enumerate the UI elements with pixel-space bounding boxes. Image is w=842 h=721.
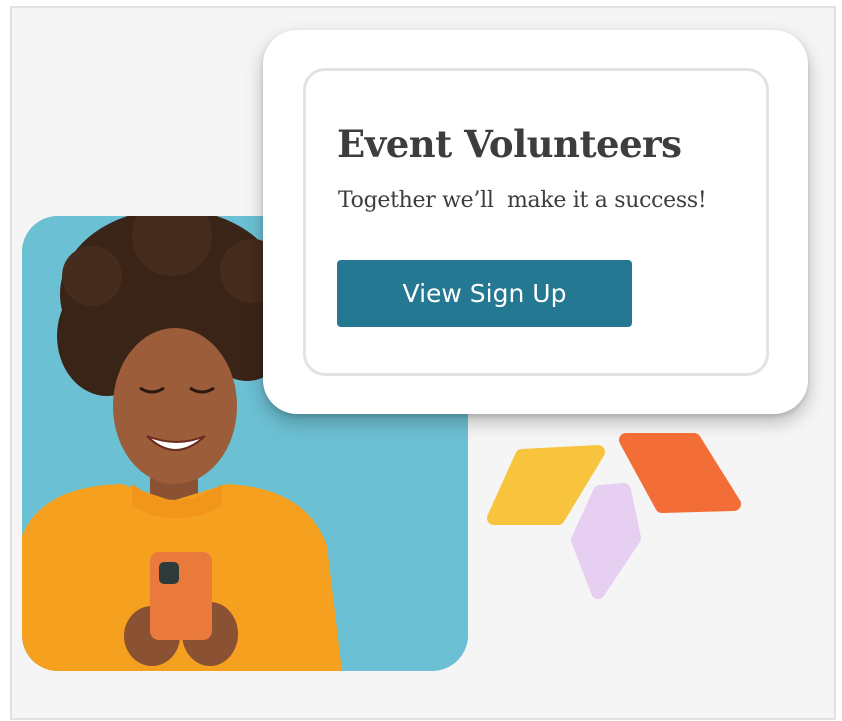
- orange-petal-icon: [619, 433, 741, 513]
- yellow-petal-icon: [487, 445, 605, 525]
- card-inner-border: [303, 68, 769, 376]
- petal-cluster-icon: [487, 433, 741, 599]
- card-subtitle: Together we’ll make it a success!: [338, 188, 707, 213]
- volunteer-card: Event Volunteers Together we’ll make it …: [263, 30, 808, 414]
- view-sign-up-button[interactable]: View Sign Up: [337, 260, 632, 327]
- lavender-petal-icon: [571, 483, 641, 599]
- card-title: Event Volunteers: [337, 122, 682, 166]
